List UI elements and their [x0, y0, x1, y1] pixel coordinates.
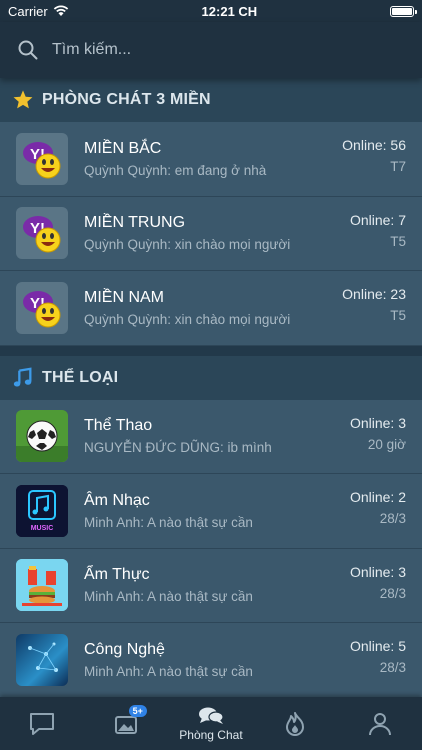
online-count: Online: 56 — [342, 137, 406, 153]
section-divider — [0, 345, 422, 356]
room-row-am-thuc[interactable]: Ẩm Thực Minh Anh: A nào thật sự cần Onli… — [0, 548, 422, 623]
online-count: Online: 3 — [349, 414, 406, 431]
room-row-mien-nam[interactable]: Y! MIỀN NAM Quỳnh Quỳnh: xin chào mọi ng… — [0, 271, 422, 346]
room-row-am-nhac[interactable]: MUSIC Âm Nhạc Minh Anh: A nào thật sự cầ… — [0, 474, 422, 549]
status-left: Carrier — [8, 4, 69, 19]
music-note-icon — [13, 366, 32, 387]
status-bar: Carrier 12:21 CH — [0, 0, 422, 22]
last-message-time: 20 giờ — [367, 436, 406, 452]
section-header-regions: PHÒNG CHÁT 3 MIỀN — [0, 78, 422, 122]
last-message-time: T7 — [390, 159, 406, 174]
tab-messages[interactable] — [0, 697, 84, 750]
yahoo-messenger-icon: Y! — [16, 207, 68, 260]
flame-icon — [286, 711, 305, 736]
music-icon-text: MUSIC — [31, 525, 54, 532]
tab-profile[interactable] — [338, 697, 422, 750]
wifi-icon — [53, 5, 68, 16]
music-icon: MUSIC — [16, 484, 68, 537]
yahoo-messenger-icon: Y! — [16, 132, 68, 185]
carrier-label: Carrier — [8, 3, 48, 19]
room-meta: Online: 3 28/3 — [350, 564, 406, 601]
technology-icon — [16, 633, 68, 686]
last-message-time: T5 — [390, 308, 406, 323]
search-bar[interactable] — [0, 22, 422, 78]
online-count: Online: 23 — [342, 286, 406, 302]
room-row-the-thao[interactable]: Thể Thao NGUYỄN ĐỨC DŨNG: ib mình Online… — [0, 399, 422, 474]
room-meta: Online: 5 28/3 — [350, 638, 406, 675]
last-message-time: 28/3 — [379, 660, 406, 675]
online-count: Online: 3 — [349, 563, 406, 580]
room-meta: Online: 2 28/3 — [350, 489, 406, 526]
clock: 12:21 CH — [201, 3, 258, 19]
tab-bar: 5+ Phòng Chat — [0, 697, 422, 750]
online-count: Online: 5 — [349, 638, 406, 654]
yahoo-messenger-icon: Y! — [16, 281, 68, 334]
room-meta: Online: 23 T5 — [342, 286, 406, 323]
section-header-categories: THỂ LOẠI — [0, 355, 422, 400]
tab-chat-rooms[interactable]: Phòng Chat — [169, 697, 253, 750]
room-meta: Online: 7 T5 — [350, 212, 406, 249]
food-icon — [16, 559, 68, 612]
room-row-mien-trung[interactable]: Y! MIỀN TRUNG Quỳnh Quỳnh: xin chào mọi … — [0, 196, 422, 271]
room-meta: Online: 56 T7 — [342, 137, 406, 174]
chat-room-icon — [198, 707, 224, 724]
tab-label: Phòng Chat — [179, 727, 243, 742]
search-icon — [18, 40, 38, 60]
tab-photos[interactable]: 5+ — [85, 697, 169, 750]
last-message-time: 28/3 — [379, 585, 406, 601]
notification-badge: 5+ — [128, 705, 147, 717]
tab-hot[interactable] — [253, 697, 337, 750]
battery-icon — [390, 5, 417, 17]
profile-icon — [368, 712, 391, 735]
section-title: PHÒNG CHÁT 3 MIỀN — [42, 91, 211, 108]
section-title: THỂ LOẠI — [42, 368, 119, 386]
last-message-time: 28/3 — [379, 511, 406, 526]
online-count: Online: 7 — [349, 211, 406, 228]
search-input[interactable] — [52, 41, 392, 59]
last-message-time: T5 — [390, 233, 406, 249]
room-row-mien-bac[interactable]: Y! MIỀN BẮC Quỳnh Quỳnh: em đang ở nhà O… — [0, 122, 422, 197]
chat-bubble-icon — [30, 712, 55, 735]
soccer-ball-icon — [16, 410, 68, 463]
star-icon — [13, 90, 33, 109]
online-count: Online: 2 — [349, 489, 406, 505]
room-meta: Online: 3 20 giờ — [350, 415, 406, 452]
room-row-cong-nghe[interactable]: Công Nghệ Minh Anh: A nào thật sự cần On… — [0, 623, 422, 698]
